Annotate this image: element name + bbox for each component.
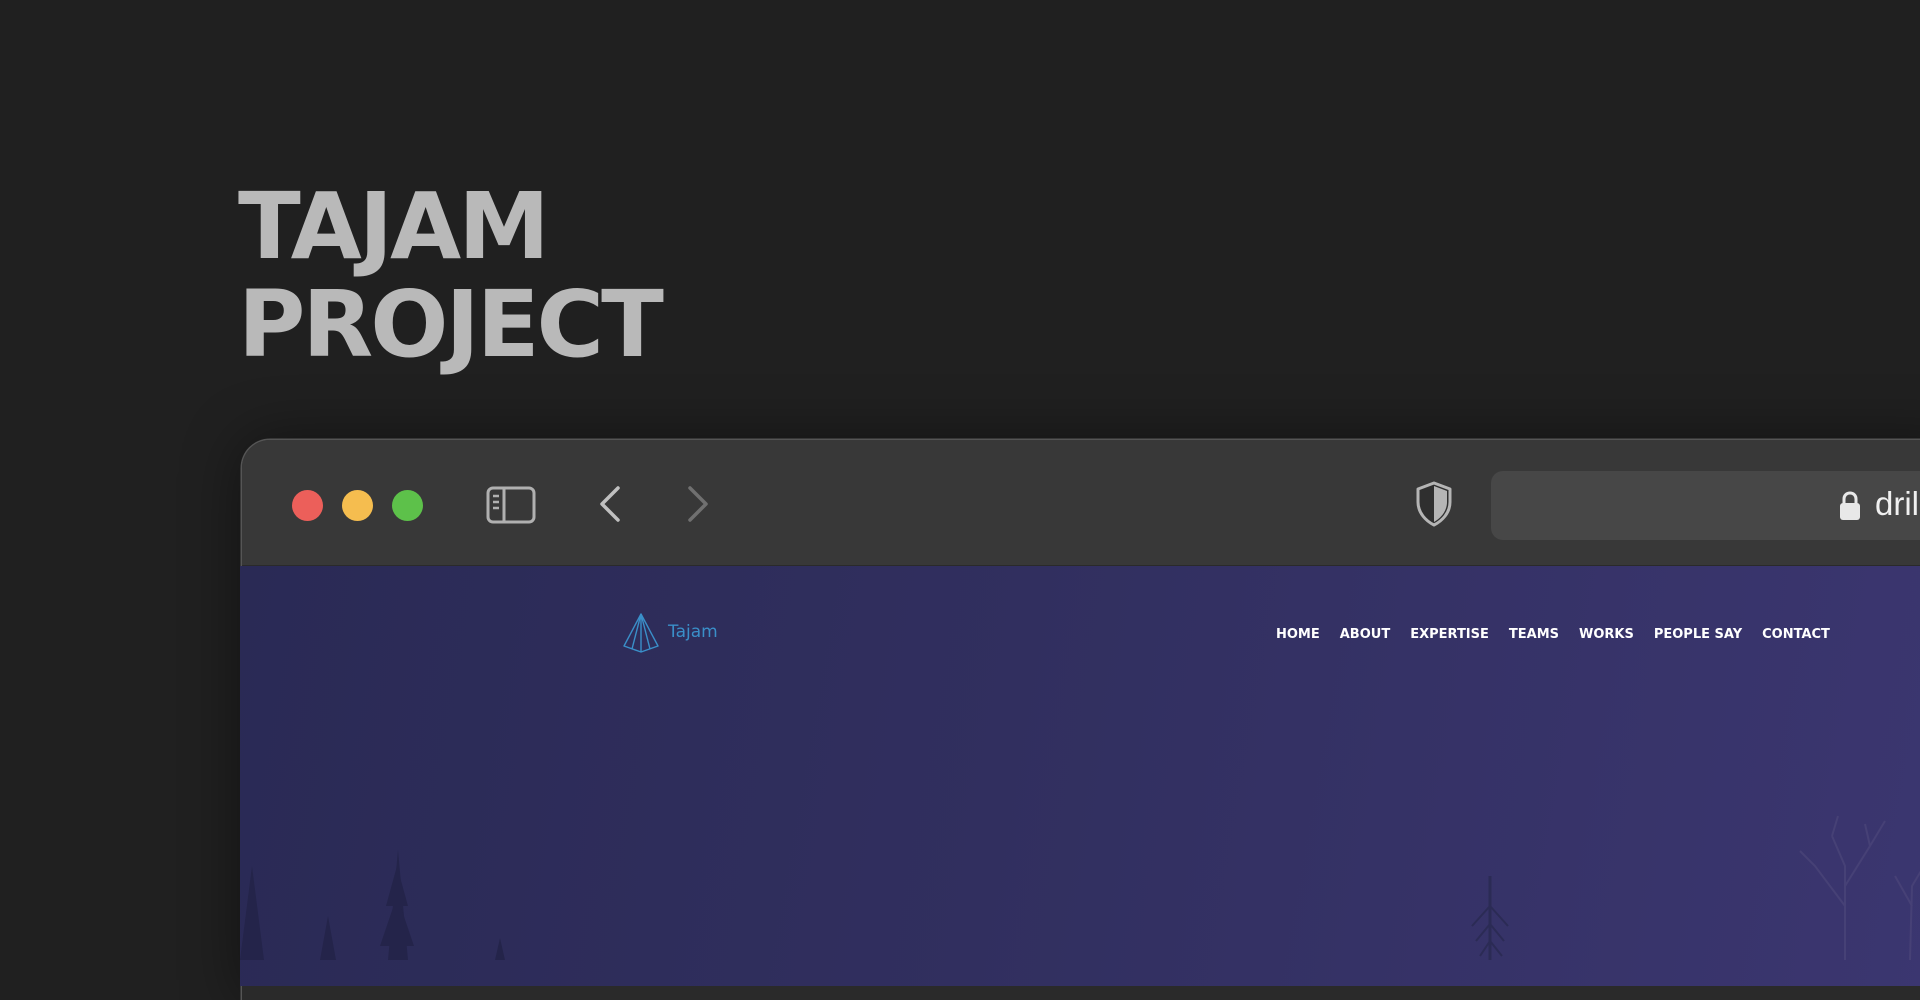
- headline-line-1: TAJAM: [238, 173, 550, 280]
- nav-home[interactable]: HOME: [1276, 627, 1320, 642]
- nav-expertise[interactable]: EXPERTISE: [1410, 627, 1489, 642]
- headline-line-2: PROJECT: [238, 271, 664, 378]
- back-icon[interactable]: [596, 484, 624, 524]
- nav-contact[interactable]: CONTACT: [1762, 627, 1830, 642]
- close-window-button[interactable]: [292, 490, 323, 521]
- zoom-window-button[interactable]: [392, 490, 423, 521]
- tajam-logo-icon[interactable]: [622, 612, 660, 654]
- sidebar-icon[interactable]: [486, 486, 538, 526]
- site-navigation: HOME ABOUT EXPERTISE TEAMS WORKS PEOPLE …: [1276, 627, 1830, 642]
- address-text: dril: [1875, 485, 1920, 522]
- headline: TAJAM PROJECT: [238, 173, 664, 378]
- shield-icon[interactable]: [1414, 480, 1454, 528]
- nav-people-say[interactable]: PEOPLE SAY: [1654, 627, 1742, 642]
- lock-icon: [1840, 491, 1860, 520]
- nav-works[interactable]: WORKS: [1579, 627, 1634, 642]
- nav-teams[interactable]: TEAMS: [1509, 627, 1559, 642]
- forward-icon[interactable]: [684, 484, 712, 524]
- site-logo-text[interactable]: Tajam: [668, 622, 718, 642]
- nav-about[interactable]: ABOUT: [1340, 627, 1390, 642]
- minimize-window-button[interactable]: [342, 490, 373, 521]
